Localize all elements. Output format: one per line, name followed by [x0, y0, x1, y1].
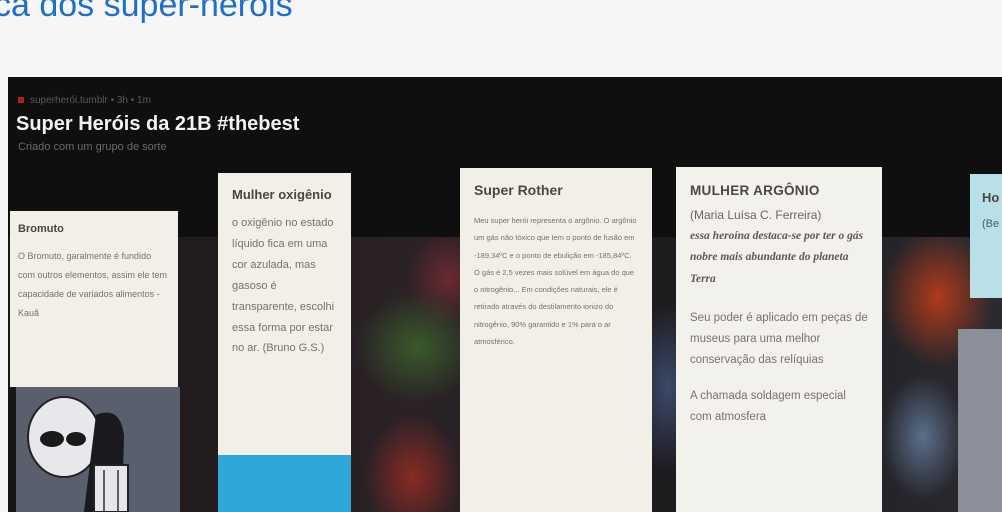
post-card-author: (Maria Luísa C. Ferreira)	[690, 208, 822, 222]
post-card[interactable]: Mulher oxigênio o oxigênio no estado líq…	[218, 173, 351, 463]
post-card[interactable]: MULHER ARGÔNIO (Maria Luísa C. Ferreira)…	[676, 167, 882, 512]
post-card-title: Bromuto	[18, 223, 64, 235]
post-card-text: Meu super herói representa o argônio. O …	[474, 216, 637, 346]
board-meta-text: superherói.tumblr • 3h • 1m	[30, 95, 151, 106]
post-card-title: MULHER ARGÔNIO	[690, 183, 820, 198]
post-card-title: Ho	[982, 190, 1000, 205]
post-card-image	[958, 329, 1002, 512]
post-card-image	[218, 455, 351, 512]
page-title[interactable]: ca dos super-heróis	[0, 0, 293, 25]
post-card-title: Mulher oxigênio	[232, 187, 332, 202]
video-player[interactable]: superherói.tumblr • 3h • 1m Super Heróis…	[8, 77, 1002, 512]
post-card-text-extra: A chamada soldagem especial com atmosfer…	[690, 389, 846, 423]
post-card[interactable]: Super Rother Meu super herói representa …	[460, 168, 652, 512]
post-card-text: Seu poder é aplicado em peças de museus …	[690, 311, 868, 367]
post-card-text: (Be O c tóx mal	[982, 218, 1002, 230]
post-card-text: O Bromuto, garalmente é fundido com outr…	[18, 251, 168, 318]
post-card-text: o oxigênio no estado líquido fica em uma…	[232, 217, 335, 355]
post-card-title: Super Rother	[474, 182, 563, 198]
board-meta: superherói.tumblr • 3h • 1m	[18, 95, 151, 106]
hero-character-icon	[27, 396, 129, 512]
post-card[interactable]: Bromuto O Bromuto, garalmente é fundido …	[10, 211, 178, 387]
post-card[interactable]: Ho (Be O c tóx mal	[970, 174, 1002, 298]
board-title: Super Heróis da 21B #thebest	[16, 113, 300, 135]
post-card-description: essa heroína destaca-se por ter o gás no…	[690, 230, 864, 285]
board-subtitle: Criado com um grupo de sorte	[18, 141, 167, 153]
board-logo-icon	[18, 97, 24, 103]
